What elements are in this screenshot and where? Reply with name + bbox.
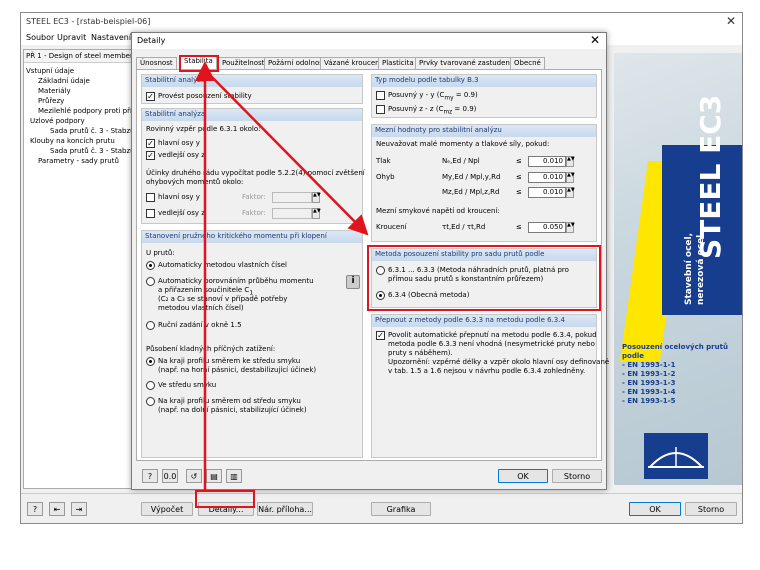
arrow-to-method-group bbox=[204, 69, 369, 236]
annotation-arrows bbox=[195, 61, 369, 490]
